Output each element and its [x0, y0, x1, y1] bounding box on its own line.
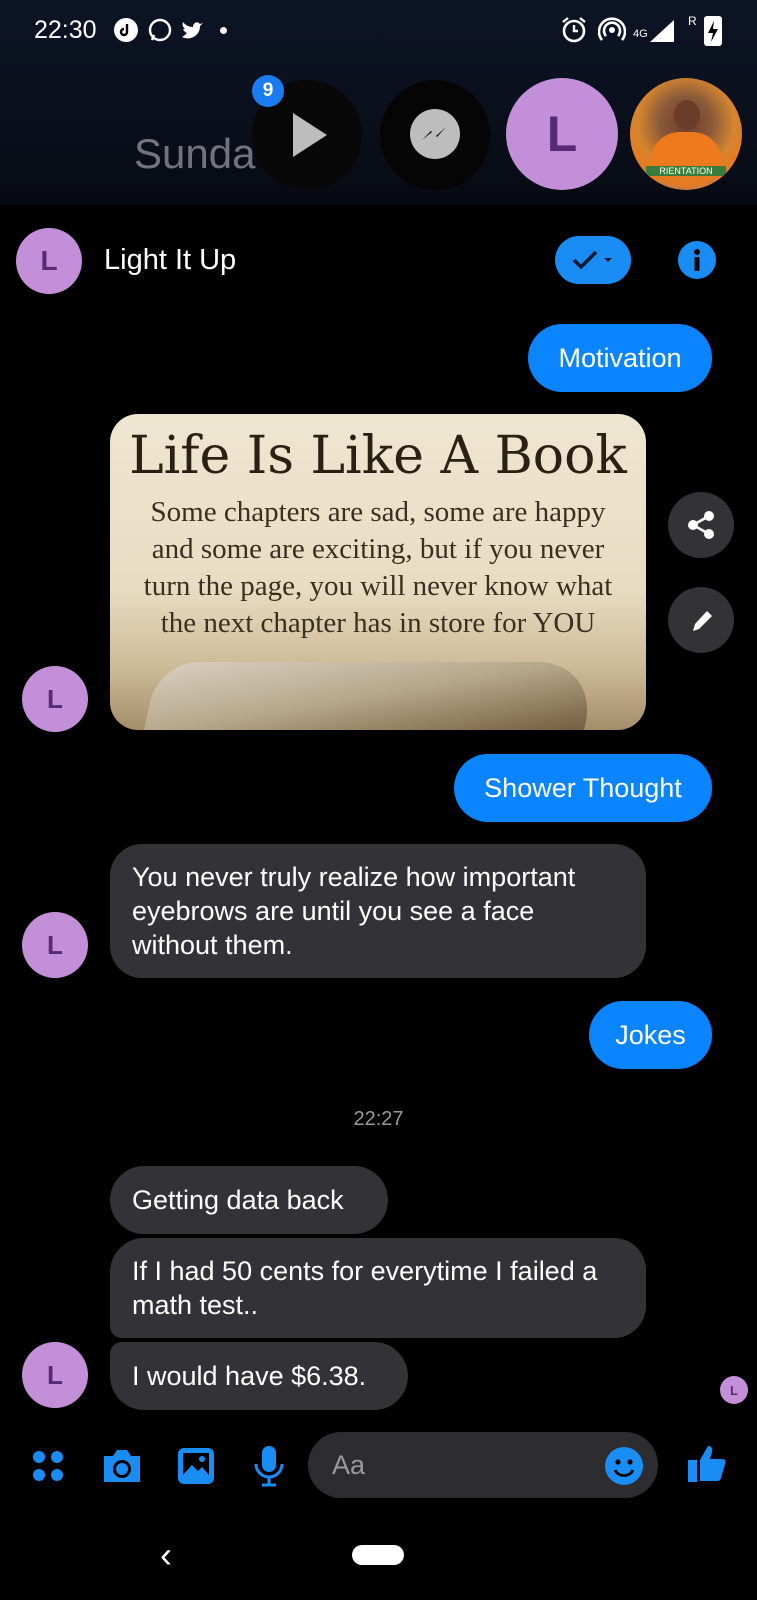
seen-indicator-avatar: L — [720, 1376, 748, 1404]
mark-done-button[interactable] — [555, 236, 631, 284]
whatsapp-icon — [147, 17, 173, 48]
sender-avatar[interactable]: L — [22, 1342, 88, 1408]
message-input-placeholder: Aa — [332, 1450, 366, 1480]
gallery-icon — [178, 1448, 214, 1484]
incoming-message-text: I would have $6.38. — [132, 1361, 367, 1391]
dot-icon — [220, 27, 227, 34]
incoming-message-text: Getting data back — [132, 1185, 344, 1215]
profile-face — [674, 100, 700, 130]
image-open-book — [141, 662, 599, 730]
outgoing-message[interactable]: Shower Thought — [454, 754, 712, 822]
edit-button[interactable] — [668, 587, 734, 653]
camera-icon — [104, 1450, 140, 1482]
incoming-message[interactable]: If I had 50 cents for everytime I failed… — [110, 1238, 646, 1338]
gallery-button[interactable] — [176, 1446, 216, 1491]
image-heading: Life Is Like A Book — [129, 426, 627, 486]
status-time: 22:30 — [34, 16, 97, 44]
play-icon — [293, 113, 327, 157]
camera-button[interactable] — [100, 1446, 144, 1491]
conversation-title[interactable]: Light It Up — [104, 244, 236, 277]
battery-charging-icon — [704, 16, 722, 46]
tiktok-icon — [114, 18, 138, 42]
outgoing-message[interactable]: Motivation — [528, 324, 712, 392]
profile-photo-chat-head[interactable]: RIENTATION — [630, 78, 742, 190]
emoji-button[interactable] — [604, 1446, 644, 1491]
outgoing-message[interactable]: Jokes — [589, 1001, 712, 1069]
pencil-icon — [693, 611, 712, 631]
info-icon — [694, 249, 700, 271]
incoming-message-text: You never truly realize how important ey… — [132, 862, 576, 960]
share-icon — [688, 511, 714, 539]
mic-icon — [254, 1446, 284, 1487]
incoming-message[interactable]: I would have $6.38. — [110, 1342, 408, 1410]
emoji-icon — [605, 1447, 643, 1485]
header-avatar[interactable]: L — [16, 228, 82, 294]
incoming-message-text: If I had 50 cents for everytime I failed… — [132, 1256, 598, 1320]
alarm-icon — [560, 16, 588, 49]
checkmark-dropdown-icon — [572, 250, 612, 270]
thumbs-up-icon — [688, 1446, 726, 1482]
image-body-text: Some chapters are sad, some are happy an… — [143, 496, 613, 639]
signal-icon — [648, 16, 678, 49]
network-4g-icon: 4G — [633, 28, 648, 40]
share-button[interactable] — [668, 492, 734, 558]
contact-chat-head[interactable]: L — [506, 78, 618, 190]
incoming-message[interactable]: Getting data back — [110, 1166, 388, 1234]
image-message[interactable]: Life Is Like A Book Some chapters are sa… — [110, 414, 646, 730]
menu-dots-icon — [33, 1451, 63, 1481]
sender-avatar[interactable]: L — [22, 666, 88, 732]
more-actions-button[interactable] — [30, 1448, 66, 1489]
back-nav-button[interactable]: ‹ — [160, 1534, 172, 1576]
voice-button[interactable] — [252, 1444, 286, 1493]
messenger-chat-head[interactable] — [380, 80, 490, 190]
roaming-indicator: R — [688, 14, 697, 28]
hotspot-icon — [597, 16, 627, 49]
sender-avatar[interactable]: L — [22, 912, 88, 978]
timestamp-separator: 22:27 — [353, 1108, 404, 1130]
profile-photo-caption: RIENTATION — [646, 166, 726, 176]
twitter-icon — [180, 19, 206, 46]
info-button[interactable] — [678, 241, 716, 279]
unread-badge: 9 — [252, 75, 284, 107]
incoming-message[interactable]: You never truly realize how important ey… — [110, 844, 646, 978]
messenger-icon — [410, 109, 460, 159]
home-nav-pill[interactable] — [352, 1545, 404, 1565]
like-button[interactable] — [686, 1442, 730, 1491]
